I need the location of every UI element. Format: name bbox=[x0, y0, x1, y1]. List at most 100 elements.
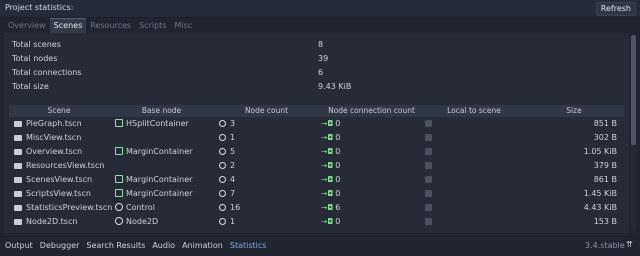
signal-icon: →◘ bbox=[321, 217, 334, 226]
scenes-table: Scene Base node Node count Node connecti… bbox=[9, 105, 624, 229]
tab-misc[interactable]: Misc bbox=[170, 18, 196, 33]
base-node-cell: MarginContainer bbox=[115, 145, 192, 159]
tab-scripts[interactable]: Scripts bbox=[135, 18, 170, 33]
connection-count-cell: →◘ 6 bbox=[321, 201, 340, 215]
scene-file-icon bbox=[14, 219, 22, 225]
connection-count-value: 0 bbox=[335, 161, 341, 170]
node-count-value: 1 bbox=[230, 133, 236, 142]
local-to-scene-checkbox[interactable] bbox=[425, 134, 432, 141]
scene-file-icon bbox=[14, 177, 22, 183]
table-header: Scene Base node Node count Node connecti… bbox=[9, 105, 624, 117]
node-icon bbox=[219, 176, 226, 183]
local-to-scene-checkbox[interactable] bbox=[425, 218, 432, 225]
local-to-scene-checkbox[interactable] bbox=[425, 162, 432, 169]
scene-name: PieGraph.tscn bbox=[26, 119, 82, 128]
column-header-scene[interactable]: Scene bbox=[9, 105, 109, 117]
scene-name: MiscView.tscn bbox=[26, 133, 82, 142]
scene-name: StatisticsPreview.tscn bbox=[26, 203, 113, 212]
local-to-scene-cell bbox=[425, 201, 432, 215]
container-icon bbox=[115, 147, 123, 155]
bottom-panel-bar: Output Debugger Search Results Audio Ani… bbox=[0, 236, 640, 256]
connection-count-value: 0 bbox=[335, 147, 341, 156]
base-node-label: MarginContainer bbox=[126, 189, 193, 198]
scrollbar-thumb[interactable] bbox=[631, 35, 636, 145]
local-to-scene-checkbox[interactable] bbox=[425, 176, 432, 183]
connection-count-value: 0 bbox=[335, 175, 341, 184]
base-node-label: Control bbox=[126, 203, 155, 212]
node-count-value: 1 bbox=[230, 217, 236, 226]
node-count-value: 4 bbox=[230, 175, 236, 184]
summary-value: 8 bbox=[318, 40, 324, 49]
scene-name: Overview.tscn bbox=[26, 147, 83, 156]
summary-label: Total scenes bbox=[12, 40, 61, 49]
column-header-local-to-scene[interactable]: Local to scene bbox=[424, 105, 524, 117]
node-count-cell: 3 bbox=[219, 117, 235, 131]
column-header-node-count[interactable]: Node count bbox=[214, 105, 319, 117]
bottom-tab-animation[interactable]: Animation bbox=[182, 241, 223, 250]
local-to-scene-checkbox[interactable] bbox=[425, 148, 432, 155]
connection-count-value: 0 bbox=[335, 133, 341, 142]
summary-label: Total nodes bbox=[12, 54, 58, 63]
scene-name: ScriptsView.tscn bbox=[26, 189, 91, 198]
table-row[interactable]: PieGraph.tscn HSplitContainer 3 →◘ 0 851 … bbox=[9, 117, 624, 131]
summary-label: Total connections bbox=[12, 68, 82, 77]
table-row[interactable]: ScriptsView.tscn MarginContainer 7 →◘ 0 1… bbox=[9, 187, 624, 201]
bottom-tab-audio[interactable]: Audio bbox=[152, 241, 175, 250]
scene-name: ResourcesView.tscn bbox=[26, 161, 105, 170]
bottom-tab-statistics[interactable]: Statistics bbox=[230, 241, 267, 250]
node-icon bbox=[219, 134, 226, 141]
table-row[interactable]: ResourcesView.tscn 2 →◘ 0 379 B bbox=[9, 159, 624, 173]
refresh-button[interactable]: Refresh bbox=[595, 2, 636, 16]
local-to-scene-cell bbox=[425, 131, 432, 145]
bottom-tab-output[interactable]: Output bbox=[5, 241, 33, 250]
connection-count-cell: →◘ 0 bbox=[321, 215, 340, 229]
connection-count-cell: →◘ 0 bbox=[321, 145, 340, 159]
summary-row-nodes: Total nodes 39 bbox=[12, 52, 612, 66]
scene-file-icon bbox=[14, 191, 22, 197]
node-icon bbox=[219, 190, 226, 197]
bottom-tab-debugger[interactable]: Debugger bbox=[40, 241, 80, 250]
connection-count-value: 0 bbox=[335, 119, 341, 128]
scene-cell: ScenesView.tscn bbox=[14, 173, 92, 187]
bottom-tab-search-results[interactable]: Search Results bbox=[86, 241, 145, 250]
size-cell: 153 B bbox=[593, 217, 617, 226]
table-row[interactable]: Node2D.tscn Node2D 1 →◘ 0 153 B bbox=[9, 215, 624, 229]
table-row[interactable]: Overview.tscn MarginContainer 5 →◘ 0 1.05… bbox=[9, 145, 624, 159]
scene-file-icon bbox=[14, 121, 22, 127]
signal-icon: →◘ bbox=[321, 189, 334, 198]
node-count-value: 3 bbox=[230, 119, 236, 128]
container-icon bbox=[115, 175, 123, 183]
version-label: 3.4.stable bbox=[585, 241, 625, 250]
scene-cell: StatisticsPreview.tscn bbox=[14, 201, 112, 215]
tab-overview[interactable]: Overview bbox=[4, 18, 50, 33]
local-to-scene-cell bbox=[425, 145, 432, 159]
tab-scenes[interactable]: Scenes bbox=[49, 18, 87, 33]
node-count-value: 7 bbox=[230, 189, 236, 198]
tab-resources[interactable]: Resources bbox=[86, 18, 135, 33]
column-header-size[interactable]: Size bbox=[524, 105, 624, 117]
scene-cell: Overview.tscn bbox=[14, 145, 82, 159]
vertical-scrollbar[interactable] bbox=[631, 35, 636, 231]
base-node-cell: HSplitContainer bbox=[115, 117, 189, 131]
connection-count-cell: →◘ 0 bbox=[321, 173, 340, 187]
node-count-cell: 4 bbox=[219, 173, 235, 187]
local-to-scene-checkbox[interactable] bbox=[425, 190, 432, 197]
signal-icon: →◘ bbox=[321, 133, 334, 142]
base-node-label: Node2D bbox=[126, 217, 159, 226]
node-count-cell: 16 bbox=[219, 201, 240, 215]
bottom-tabs: Output Debugger Search Results Audio Ani… bbox=[5, 241, 273, 250]
table-row[interactable]: MiscView.tscn 1 →◘ 0 302 B bbox=[9, 131, 624, 145]
summary-value: 6 bbox=[318, 68, 324, 77]
scenes-panel: Total scenes 8 Total nodes 39 Total conn… bbox=[4, 33, 629, 233]
local-to-scene-checkbox[interactable] bbox=[425, 204, 432, 211]
connection-count-cell: →◘ 0 bbox=[321, 117, 340, 131]
table-row[interactable]: ScenesView.tscn MarginContainer 4 →◘ 0 86… bbox=[9, 173, 624, 187]
summary-label: Total size bbox=[12, 82, 49, 91]
connection-count-cell: →◘ 0 bbox=[321, 187, 340, 201]
table-row[interactable]: StatisticsPreview.tscn Control 16 →◘ 6 4.… bbox=[9, 201, 624, 215]
column-header-base-node[interactable]: Base node bbox=[109, 105, 214, 117]
expand-panel-icon[interactable]: ⇈ bbox=[626, 240, 633, 249]
base-node-cell: Control bbox=[115, 201, 155, 215]
local-to-scene-checkbox[interactable] bbox=[425, 120, 432, 127]
column-header-connection-count[interactable]: Node connection count bbox=[319, 105, 424, 117]
